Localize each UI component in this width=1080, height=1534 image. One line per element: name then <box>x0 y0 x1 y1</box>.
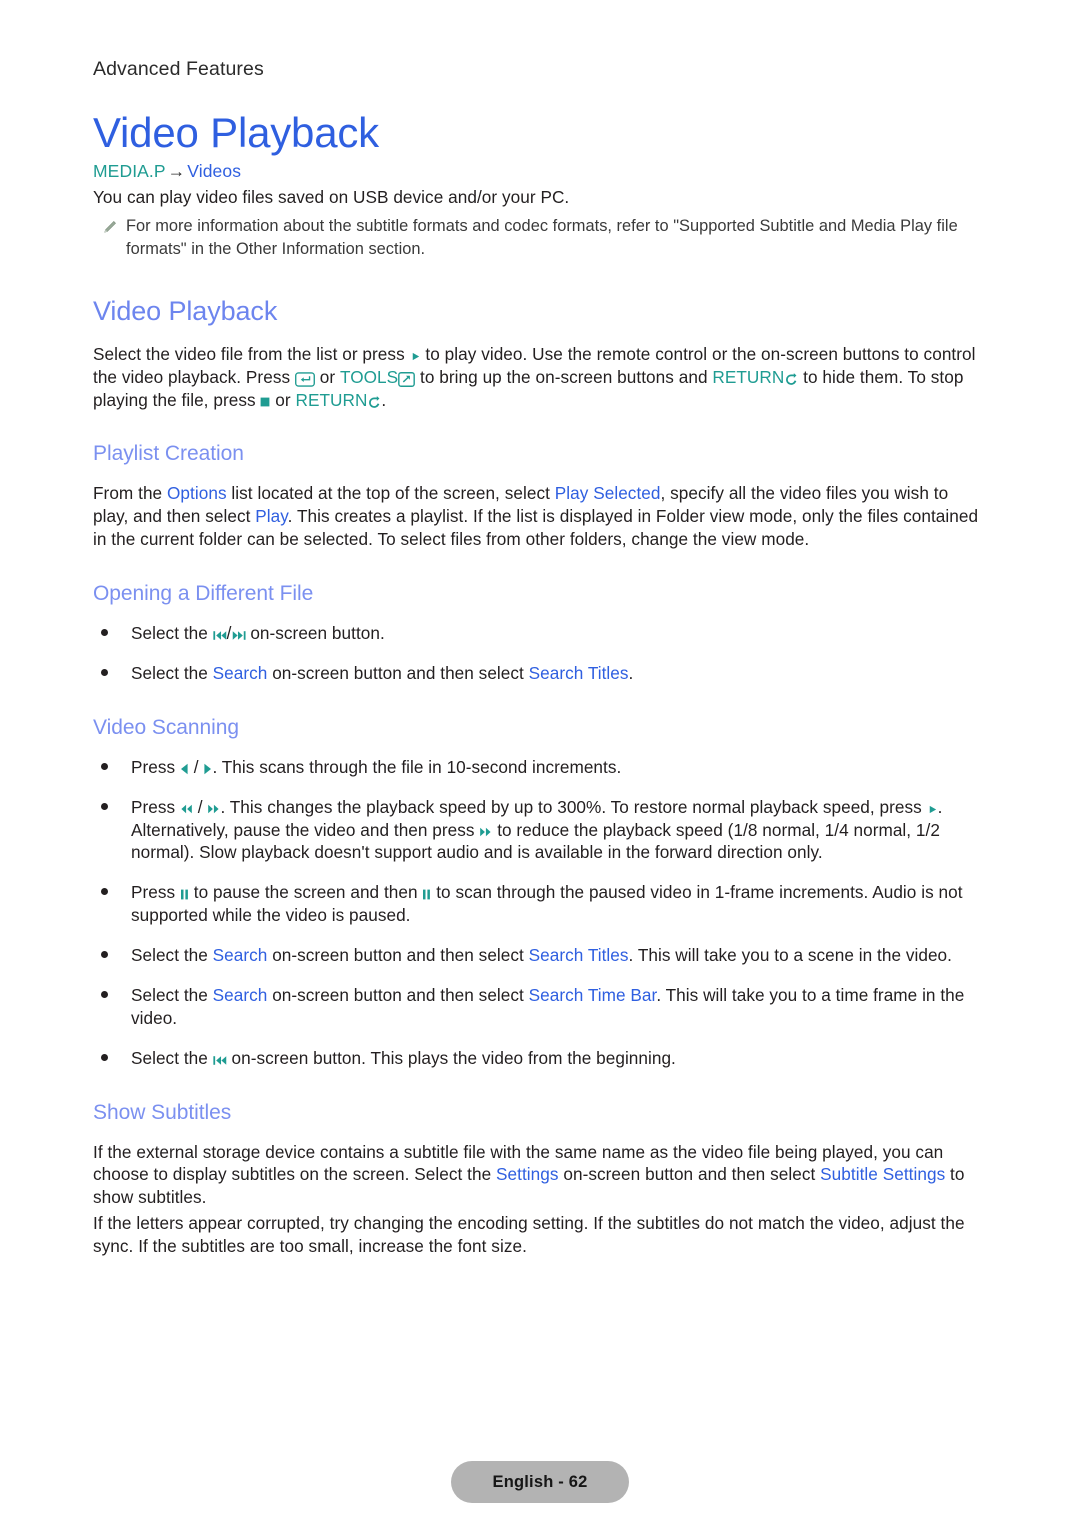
show-subtitles-paragraph-2: If the letters appear corrupted, try cha… <box>93 1213 965 1257</box>
rewind-icon <box>180 804 193 814</box>
return-label: RETURN <box>712 366 785 387</box>
link-search-time-bar[interactable]: Search Time Bar <box>529 985 657 1005</box>
show-subtitles-paragraph-1: If the external storage device contains … <box>93 1141 987 1210</box>
tools-label: TOOLS <box>339 366 399 387</box>
return-key-icon-2 <box>367 395 381 410</box>
pause-icon <box>180 889 189 900</box>
link-play-selected[interactable]: Play Selected <box>555 483 661 503</box>
link-settings[interactable]: Settings <box>496 1164 559 1184</box>
list-item: Select the Search on-screen button and t… <box>93 944 987 967</box>
intro-text-6: or <box>275 389 291 410</box>
vs-b1-sep: / <box>193 756 199 777</box>
skip-forward-icon <box>232 630 246 641</box>
vs-b3-text-2: to pause the screen and then <box>193 882 418 903</box>
link-play[interactable]: Play <box>255 506 287 526</box>
list-item: Select the on-screen button. This plays … <box>93 1047 987 1070</box>
pc-text-1: From the <box>93 483 163 504</box>
list-item: Press / . This changes the playback spee… <box>93 796 987 865</box>
vs-b5-text-1: Select the <box>131 984 208 1005</box>
fast-forward-icon <box>479 827 492 837</box>
link-search[interactable]: Search <box>213 663 268 683</box>
link-search-titles[interactable]: Search Titles <box>529 663 629 683</box>
link-search-titles[interactable]: Search Titles <box>529 945 629 965</box>
document-page: Advanced Features Video Playback MEDIA.P… <box>0 0 1080 1534</box>
intro-text-7: . <box>381 389 387 410</box>
page-content: Video Playback MEDIA.P → Videos You can pl… <box>93 110 987 1261</box>
subsection-title-video-scanning: Video Scanning <box>93 715 240 739</box>
chapter-title: Video Playback <box>93 109 379 156</box>
link-search[interactable]: Search <box>213 985 268 1005</box>
fast-forward-icon <box>207 804 220 814</box>
bullet-dot <box>101 888 108 896</box>
vs-b6-text-2: on-screen button. This plays the video f… <box>231 1047 676 1068</box>
pc-text-2: list located at the top of the screen, s… <box>231 483 550 504</box>
subsection-title-opening-a-different-file: Opening a Different File <box>93 582 314 606</box>
vs-b5-text-2: on-screen button and then select <box>272 984 524 1005</box>
subsection-title-show-subtitles: Show Subtitles <box>93 1100 232 1124</box>
chapter-intro-text: You can play video files saved on USB de… <box>93 187 570 208</box>
intro-text-4: to bring up the on-screen buttons and <box>420 366 708 387</box>
of-b2-text-2: on-screen button and then select <box>272 662 524 683</box>
enter-key-icon <box>294 371 315 387</box>
list-item: Select the Search on-screen button and t… <box>93 984 987 1030</box>
video-scanning-bullet-list: Press / . This scans through the file in… <box>93 756 987 1070</box>
note-text: For more information about the subtitle … <box>126 217 958 258</box>
vs-b4-text-2: on-screen button and then select <box>272 945 524 966</box>
bullet-dot <box>101 990 108 998</box>
stop-icon <box>260 397 270 407</box>
bullet-dot <box>101 668 108 676</box>
pause-icon <box>422 889 431 900</box>
vs-b3-text-1: Press <box>131 882 176 903</box>
of-b1-text-1: Select the <box>131 623 208 644</box>
breadcrumb-leaf[interactable]: Videos <box>187 161 241 181</box>
tools-key-icon <box>398 371 416 387</box>
bullet-dot <box>101 1053 108 1061</box>
link-options[interactable]: Options <box>167 483 227 503</box>
vs-b4-text-3: . This will take you to a scene in the v… <box>628 945 952 966</box>
bullet-dot <box>101 802 108 810</box>
breadcrumb-arrow-icon: → <box>167 161 186 182</box>
of-b2-text-1: Select the <box>131 662 208 683</box>
list-item: Press to pause the screen and then to sc… <box>93 881 987 927</box>
vs-b1-text-1: Press <box>131 756 176 777</box>
note-block: For more information about the subtitle … <box>93 215 987 260</box>
skip-backward-icon <box>213 1055 227 1066</box>
skip-backward-icon <box>213 630 227 641</box>
left-arrow-icon <box>180 763 189 775</box>
vs-b2-sep: / <box>197 796 203 817</box>
subsection-title-playlist-creation: Playlist Creation <box>93 442 244 466</box>
section-intro-paragraph: Select the video file from the list or p… <box>93 343 987 412</box>
ss-p1-text-2: on-screen button and then select <box>563 1164 816 1185</box>
vs-b2-text-2: . This changes the playback speed by up … <box>220 796 922 817</box>
play-icon <box>927 804 938 815</box>
bullet-dot <box>101 629 108 637</box>
list-item: Press / . This scans through the file in… <box>93 756 987 779</box>
vs-b2-text-1: Press <box>131 796 176 817</box>
vs-b6-text-1: Select the <box>131 1047 208 1068</box>
play-icon <box>410 351 421 362</box>
opening-file-bullet-list: Select the / on-screen button. Select th… <box>93 622 987 685</box>
link-subtitle-settings[interactable]: Subtitle Settings <box>820 1164 945 1184</box>
bullet-dot <box>101 951 108 959</box>
list-item: Select the Search on-screen button and t… <box>93 662 987 685</box>
breadcrumb-root[interactable]: MEDIA.P <box>93 161 166 181</box>
of-b2-text-3: . <box>628 662 634 683</box>
intro-text-3: or <box>319 366 336 387</box>
return-label-2: RETURN <box>295 389 368 410</box>
section-title-video-playback: Video Playback <box>93 295 278 326</box>
page-number-badge: English - 62 <box>451 1461 629 1503</box>
playlist-creation-paragraph: From the Options list located at the top… <box>93 482 987 551</box>
breadcrumb: MEDIA.P → Videos <box>93 161 987 182</box>
vs-b1-text-2: . This scans through the file in 10-seco… <box>212 756 622 777</box>
pencil-note-icon <box>102 220 126 260</box>
of-b1-text-2: on-screen button. <box>250 623 385 644</box>
return-key-icon <box>784 372 798 387</box>
bullet-dot <box>101 762 108 770</box>
link-search[interactable]: Search <box>213 945 268 965</box>
intro-text-1: Select the video file from the list or p… <box>93 343 405 364</box>
vs-b4-text-1: Select the <box>131 945 208 966</box>
list-item: Select the / on-screen button. <box>93 622 987 645</box>
running-header: Advanced Features <box>93 58 264 80</box>
